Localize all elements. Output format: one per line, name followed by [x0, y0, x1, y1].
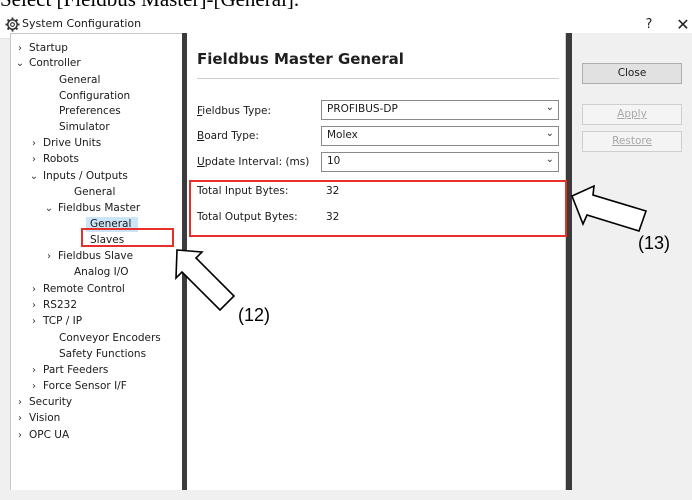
chevron-right-icon[interactable]: ›	[29, 298, 39, 313]
dropdown-value: Molex	[327, 129, 358, 141]
chevron-right-icon[interactable]: ›	[15, 428, 25, 443]
gear-icon	[5, 17, 20, 32]
tree-item-label: RS232	[43, 299, 78, 311]
chevron-right-icon[interactable]: ›	[29, 314, 39, 329]
highlight-box-totals	[189, 180, 567, 237]
tree-item-conveyor-encoders[interactable]: Conveyor Encoders	[59, 331, 161, 346]
tree-item-label: Part Feeders	[43, 364, 109, 376]
chevron-right-icon[interactable]: ›	[29, 363, 39, 378]
board-type-dropdown[interactable]: Molex ⌄	[321, 126, 559, 146]
settings-panel: Fieldbus Master General Fieldbus Type: P…	[187, 33, 566, 490]
chevron-right-icon[interactable]: ›	[44, 249, 54, 264]
chevron-down-icon[interactable]: ⌄	[15, 56, 25, 71]
tree-item-simulator[interactable]: Simulator	[59, 120, 110, 135]
tree-item-label: OPC UA	[29, 429, 70, 441]
label-text: pdate Interval: (ms)	[204, 156, 310, 168]
dropdown-value: 10	[327, 155, 341, 167]
label-text: ieldbus Type:	[202, 105, 272, 117]
tree-item-label: Fieldbus Master	[58, 202, 141, 214]
tree-item-preferences[interactable]: Preferences	[59, 104, 121, 119]
chevron-right-icon[interactable]: ›	[15, 411, 25, 426]
tree-item-label: Security	[29, 396, 73, 408]
tree-item-label: Fieldbus Slave	[58, 250, 134, 262]
highlight-box-tree	[81, 228, 174, 247]
close-button[interactable]: Close	[582, 63, 682, 84]
button-label: Restore	[612, 135, 652, 147]
button-label: Apply	[617, 108, 647, 120]
button-panel: Close Apply Restore	[572, 33, 692, 490]
chevron-right-icon[interactable]: ›	[15, 41, 25, 56]
tree-item-io-general[interactable]: General	[74, 185, 115, 200]
fieldbus-type-label: Fieldbus Type:	[197, 105, 271, 117]
tree-item-general[interactable]: General	[59, 73, 100, 88]
chevron-right-icon[interactable]: ›	[29, 379, 39, 394]
update-interval-dropdown[interactable]: 10 ⌄	[321, 152, 559, 172]
tree-item-label: Controller	[29, 57, 81, 69]
chevron-right-icon[interactable]: ›	[29, 152, 39, 167]
tree-item-configuration[interactable]: Configuration	[59, 89, 130, 104]
annotation-label-13: (13)	[638, 233, 671, 253]
chevron-down-icon: ⌄	[545, 128, 554, 139]
chevron-down-icon: ⌄	[545, 102, 554, 113]
access-key: U	[197, 156, 205, 168]
annotation-label-12: (12)	[238, 305, 271, 325]
chevron-down-icon[interactable]: ⌄	[29, 169, 39, 184]
label-text: oard Type:	[204, 130, 259, 142]
restore-button[interactable]: Restore	[582, 131, 682, 152]
navigation-tree: › Startup ⌄ Controller General Configurati…	[10, 33, 183, 490]
tree-item-label: Vision	[29, 412, 61, 424]
tree-item-label: TCP / IP	[43, 315, 83, 327]
update-interval-label: Update Interval: (ms)	[197, 156, 309, 168]
tree-item-label: Robots	[43, 153, 79, 165]
window-title: System Configuration	[22, 17, 142, 30]
tree-item-safety-functions[interactable]: Safety Functions	[59, 347, 146, 362]
chevron-down-icon[interactable]: ⌄	[44, 201, 54, 216]
tree-item-label: Force Sensor I/F	[43, 380, 127, 392]
heading-divider	[197, 78, 559, 79]
tree-item-label: Drive Units	[43, 137, 102, 149]
chevron-right-icon[interactable]: ›	[29, 282, 39, 297]
tree-item-label: Startup	[29, 42, 68, 54]
tree-item-analog-io[interactable]: Analog I/O	[74, 265, 129, 280]
fieldbus-type-dropdown[interactable]: PROFIBUS-DP ⌄	[321, 100, 559, 120]
dropdown-value: PROFIBUS-DP	[327, 103, 398, 115]
tree-item-label: Inputs / Outputs	[43, 170, 128, 182]
page-title: Fieldbus Master General	[197, 50, 404, 68]
tree-item-label: Remote Control	[43, 283, 125, 295]
apply-button[interactable]: Apply	[582, 104, 682, 125]
chevron-down-icon: ⌄	[545, 154, 554, 165]
chevron-right-icon[interactable]: ›	[15, 395, 25, 410]
chevron-right-icon[interactable]: ›	[29, 136, 39, 151]
board-type-label: Board Type:	[197, 130, 259, 142]
